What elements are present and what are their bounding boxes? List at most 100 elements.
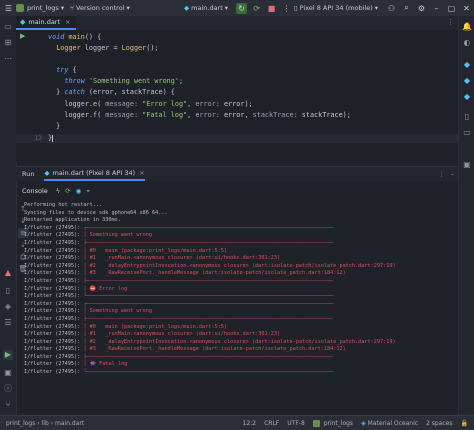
code-line: } catch (error, stackTrace) { (48, 88, 175, 96)
console-line-message: ├┄┄┄┄┄┄┄┄┄┄┄┄┄┄┄┄┄┄┄┄┄┄┄┄┄┄┄┄┄┄┄┄┄┄┄┄┄┄┄… (83, 315, 334, 322)
cursor-position[interactable]: 12:2 (243, 420, 256, 427)
flutter-outline-icon[interactable]: ◆ (462, 60, 472, 70)
more-icon[interactable]: ⋮ (438, 170, 445, 178)
project-selector[interactable]: print_logs ▾ (16, 4, 64, 12)
device-mirror-icon[interactable]: ▯ (462, 112, 472, 122)
close-icon[interactable]: ✕ (461, 3, 472, 14)
console-line: Restarted application in 330ms. (24, 217, 456, 225)
device-selector[interactable]: ▯ Pixel 8 API 34 (mobile) ▾ (294, 4, 378, 12)
code-line: } (48, 122, 61, 130)
console-line-message: │ #0 main (package:print_logs/main.dart:… (83, 247, 228, 254)
console-line-prefix: I/flutter (27495): (24, 323, 84, 330)
branch-icon: ⑂ (70, 4, 74, 12)
console-line: I/flutter (27495): │ Something went wron… (24, 308, 456, 316)
console-line-message: ├┄┄┄┄┄┄┄┄┄┄┄┄┄┄┄┄┄┄┄┄┄┄┄┄┄┄┄┄┄┄┄┄┄┄┄┄┄┄┄… (83, 239, 334, 246)
structure-icon[interactable]: ⊞ (3, 38, 13, 48)
hot-reload-icon[interactable]: ↻ (236, 2, 248, 14)
code-line: throw 'Something went wrong'; (64, 77, 184, 85)
running-devices-icon[interactable]: ▭ (462, 128, 472, 138)
emulator-icon[interactable]: ▣ (462, 160, 472, 170)
theme-icon: ◈ (361, 419, 366, 427)
hot-restart-icon[interactable]: ⟳ (65, 187, 70, 195)
run-tab[interactable]: ◆ main.dart (Pixel 8 API 34) × (44, 167, 145, 181)
run-gutter-icon[interactable]: ▶ (20, 32, 25, 40)
folder-icon[interactable]: ▭ (3, 22, 13, 32)
run-tool-icon[interactable]: ▶ (3, 350, 13, 360)
chevron-down-icon: ▾ (224, 4, 229, 12)
project-icon (312, 419, 320, 427)
code-line: logger.f( message: "Fatal log", error: e… (48, 111, 351, 119)
indent-setting[interactable]: 2 spaces (426, 420, 452, 427)
maximize-icon[interactable]: ▢ (446, 3, 457, 14)
console-line: I/flutter (27495): ├┄┄┄┄┄┄┄┄┄┄┄┄┄┄┄┄┄┄┄┄… (24, 278, 456, 286)
todo-icon[interactable]: ☰ (3, 318, 13, 328)
close-tab-icon[interactable]: × (65, 18, 70, 26)
run-label: Run (22, 170, 35, 178)
console-line-prefix: I/flutter (27495): (24, 255, 84, 262)
console-line-prefix: I/flutter (27495): (24, 277, 84, 284)
layers-icon[interactable]: ◈ (3, 302, 13, 312)
console-line: I/flutter (27495): └────────────────────… (24, 369, 456, 377)
tab-main-dart[interactable]: ◆ main.dart × (16, 16, 77, 30)
breadcrumb-project[interactable]: print_logs (6, 420, 35, 427)
bolt-icon[interactable]: ϟ (56, 187, 60, 195)
more-icon[interactable]: ⋮ (281, 3, 292, 14)
flutter-inspector-right-icon[interactable]: ◆ (462, 92, 472, 102)
console-line: I/flutter (27495): │ #3 _RawReceivePort.… (24, 270, 456, 278)
theme-indicator[interactable]: ◈ Material Oceanic (361, 420, 418, 427)
flutter-inspector-icon[interactable]: ▲ (3, 268, 13, 278)
console-line-prefix: I/flutter (27495): (24, 239, 84, 246)
flutter-icon: ◆ (44, 169, 50, 177)
settings-icon[interactable]: ⚙ (416, 3, 427, 14)
devtools-icon[interactable]: ◉ (76, 187, 82, 195)
code-line: try { (56, 66, 77, 74)
close-tab-icon[interactable]: × (139, 169, 144, 177)
gutter: ▶ 12 (16, 30, 46, 162)
notifications-icon[interactable]: 🔔 (462, 22, 472, 32)
minimize-icon[interactable]: – (431, 3, 442, 14)
console-line-message: ├┄┄┄┄┄┄┄┄┄┄┄┄┄┄┄┄┄┄┄┄┄┄┄┄┄┄┄┄┄┄┄┄┄┄┄┄┄┄┄… (83, 353, 334, 360)
console-line-prefix: Syncing files to device sdk gphone64 x86… (24, 209, 168, 216)
console-output[interactable]: Performing hot restart... Syncing files t… (24, 202, 456, 414)
stop-icon[interactable]: ■ (266, 3, 277, 14)
more-tools-icon[interactable]: ⋯ (3, 54, 13, 64)
console-line-message: ┌───────────────────────────────────────… (83, 224, 334, 231)
tab-options-icon[interactable]: ⋮ (447, 18, 454, 26)
device-manager-icon[interactable]: ▯ (3, 286, 13, 296)
hamburger-menu-icon[interactable]: ☰ (3, 3, 14, 14)
console-line-message: │ #1 _runMain.<anonymous closure> (dart:… (83, 331, 281, 338)
run-config-selector[interactable]: ◆ main.dart ▾ (184, 4, 228, 12)
code-editor[interactable]: ▶ 12 void main() { Logger logger = Logge… (16, 30, 458, 162)
console-line-message: ┌───────────────────────────────────────… (83, 300, 334, 307)
console-line-prefix: I/flutter (27495): (24, 270, 84, 277)
console-line-message: │ #2 _delayEntrypointInvocation.<anonymo… (83, 262, 396, 269)
console-line-message: ├┄┄┄┄┄┄┄┄┄┄┄┄┄┄┄┄┄┄┄┄┄┄┄┄┄┄┄┄┄┄┄┄┄┄┄┄┄┄┄… (83, 277, 334, 284)
git-icon[interactable]: ⑂ (3, 400, 13, 410)
vcs-selector[interactable]: ⑂ Version control ▾ (70, 4, 130, 12)
add-user-icon[interactable]: ⚇ (386, 3, 397, 14)
flutter-performance-icon[interactable]: ◆ (462, 76, 472, 86)
current-line-highlight (16, 134, 458, 143)
gradle-icon[interactable]: ◐ (462, 38, 472, 48)
console-line-prefix: I/flutter (27495): (24, 300, 84, 307)
inspector-icon[interactable]: ⌖ (86, 187, 90, 196)
code-line: void main() { (48, 33, 102, 41)
search-icon[interactable]: ⌕ (401, 3, 412, 14)
line-separator[interactable]: CRLF (264, 420, 279, 427)
breadcrumb-folder[interactable]: lib (42, 420, 49, 427)
terminal-icon[interactable]: ▣ (3, 368, 13, 378)
breadcrumb-file[interactable]: main.dart (55, 420, 84, 427)
console-line: I/flutter (27495): └────────────────────… (24, 293, 456, 301)
console-tab[interactable]: Console (22, 187, 48, 195)
file-encoding[interactable]: UTF-8 (287, 420, 305, 427)
chevron-down-icon: ▾ (60, 4, 65, 12)
rerun-icon[interactable]: ⟳ (251, 3, 262, 14)
breadcrumb[interactable]: print_logs › lib › main.dart (6, 420, 84, 427)
status-project[interactable]: print_logs (312, 419, 353, 427)
console-line-message: └───────────────────────────────────────… (83, 293, 334, 300)
minimize-panel-icon[interactable]: – (451, 170, 454, 178)
console-line-message: │ 👾 Fatal log (83, 361, 128, 368)
problems-icon[interactable]: ⓘ (3, 384, 13, 394)
title-bar: ☰ print_logs ▾ ⑂ Version control ▾ ◆ mai… (0, 0, 474, 16)
lock-icon[interactable]: 🔓 (461, 420, 468, 427)
